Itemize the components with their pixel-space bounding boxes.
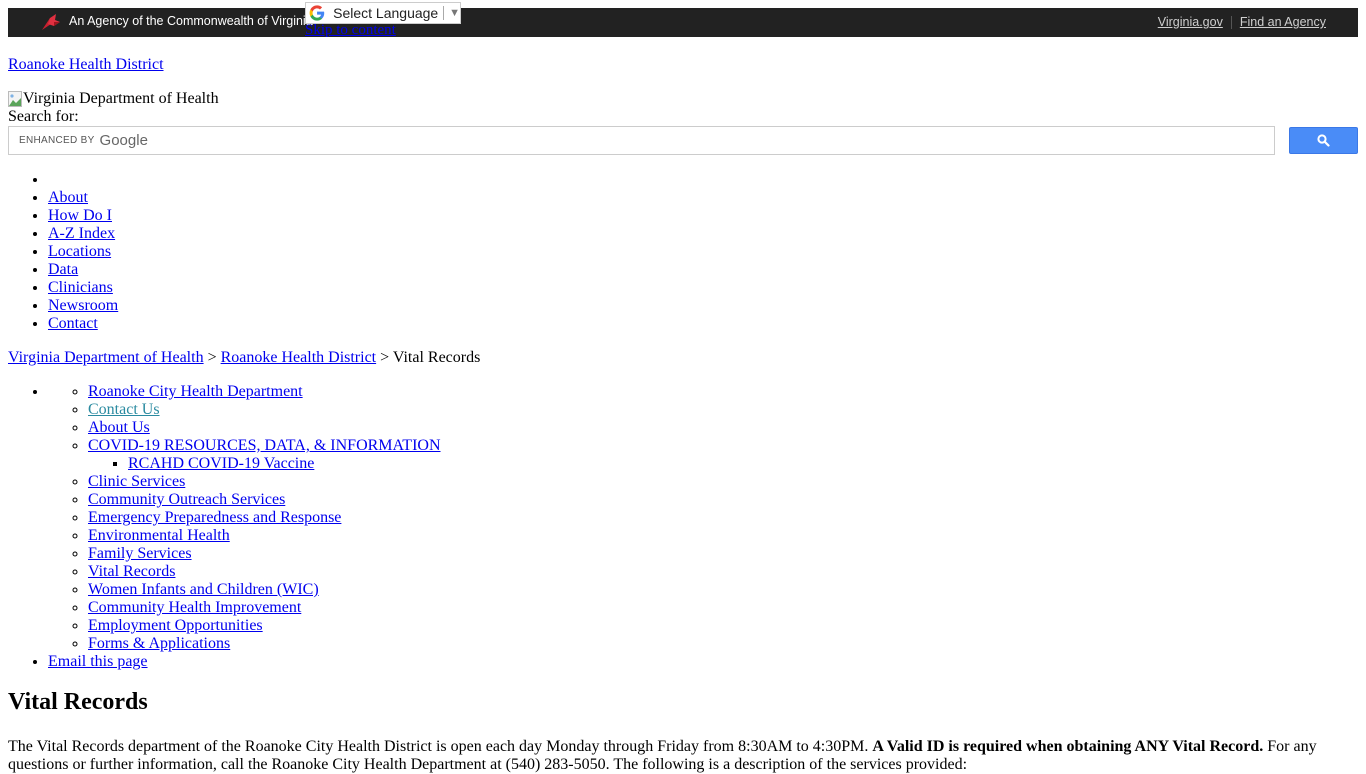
main-nav-item: Newsroom bbox=[48, 297, 118, 315]
page-title: Vital Records bbox=[8, 689, 148, 715]
breadcrumb-separator: > bbox=[207, 349, 217, 366]
search-button[interactable] bbox=[1289, 127, 1358, 154]
logo-alt-text: Virginia Department of Health bbox=[23, 90, 219, 107]
language-selector[interactable]: Select Language ▼ bbox=[305, 2, 461, 24]
side-nav-item: Contact Us bbox=[88, 401, 441, 419]
breadcrumb: Virginia Department of Health > Roanoke … bbox=[8, 349, 480, 367]
breadcrumb-vdh-link[interactable]: Virginia Department of Health bbox=[8, 349, 204, 366]
banner-divider bbox=[1230, 15, 1232, 29]
side-nav-item: Employment Opportunities bbox=[88, 617, 441, 635]
side-nav-roanoke-city-link[interactable]: Roanoke City Health Department bbox=[88, 383, 303, 400]
side-nav-item: Women Infants and Children (WIC) bbox=[88, 581, 441, 599]
side-nav-subitem: RCAHD COVID-19 Vaccine bbox=[128, 455, 441, 473]
search-input[interactable] bbox=[9, 127, 1274, 154]
side-nav-wic-link[interactable]: Women Infants and Children (WIC) bbox=[88, 581, 319, 598]
intro-paragraph: The Vital Records department of the Roan… bbox=[8, 738, 1358, 774]
side-nav-item: Clinic Services bbox=[88, 473, 441, 491]
side-nav-item: Vital Records bbox=[88, 563, 441, 581]
side-nav-item: Forms & Applications bbox=[88, 635, 441, 653]
banner-links: Virginia.gov Find an Agency bbox=[1158, 15, 1326, 29]
side-nav-item: Roanoke City Health Department bbox=[88, 383, 441, 401]
main-nav-item: Data bbox=[48, 261, 118, 279]
main-nav-item: How Do I bbox=[48, 207, 118, 225]
breadcrumb-separator: > bbox=[380, 349, 390, 366]
side-nav-forms-link[interactable]: Forms & Applications bbox=[88, 635, 230, 652]
agency-text: An Agency of the Commonwealth of Virgini… bbox=[69, 14, 313, 28]
side-nav-about-us-link[interactable]: About Us bbox=[88, 419, 150, 436]
side-nav-item: Community Outreach Services bbox=[88, 491, 441, 509]
email-page-item: Email this page bbox=[48, 653, 441, 671]
breadcrumb-current: Vital Records bbox=[392, 349, 481, 366]
nav-locations-link[interactable]: Locations bbox=[48, 243, 111, 260]
select-language-label: Select Language bbox=[333, 5, 439, 21]
main-nav: About How Do I A-Z Index Locations Data … bbox=[8, 171, 118, 333]
side-nav-item: COVID-19 RESOURCES, DATA, & INFORMATION … bbox=[88, 437, 441, 473]
google-g-icon bbox=[309, 5, 325, 21]
search-label: Search for: bbox=[8, 108, 79, 125]
nav-clinicians-link[interactable]: Clinicians bbox=[48, 279, 113, 296]
valid-id-notice: A Valid ID is required when obtaining AN… bbox=[872, 738, 1264, 755]
vdh-logo[interactable]: Virginia Department of Health bbox=[8, 90, 219, 108]
side-nav-item: Environmental Health bbox=[88, 527, 441, 545]
email-this-page-link[interactable]: Email this page bbox=[48, 653, 148, 670]
nav-az-index-link[interactable]: A-Z Index bbox=[48, 225, 115, 242]
side-nav-item: Family Services bbox=[88, 545, 441, 563]
nav-about-link[interactable]: About bbox=[48, 189, 88, 206]
site-name-link[interactable]: Roanoke Health District bbox=[8, 56, 164, 74]
broken-image-icon bbox=[8, 91, 22, 107]
main-nav-item: A-Z Index bbox=[48, 225, 118, 243]
side-nav-outreach-link[interactable]: Community Outreach Services bbox=[88, 491, 285, 508]
main-nav-item-empty bbox=[48, 171, 118, 189]
main-nav-item: About bbox=[48, 189, 118, 207]
side-nav-covid-link[interactable]: COVID-19 RESOURCES, DATA, & INFORMATION bbox=[88, 437, 441, 454]
breadcrumb-district-link[interactable]: Roanoke Health District bbox=[221, 349, 377, 366]
side-nav: Roanoke City Health Department Contact U… bbox=[8, 383, 441, 671]
side-nav-item: About Us bbox=[88, 419, 441, 437]
side-nav-emergency-link[interactable]: Emergency Preparedness and Response bbox=[88, 509, 341, 526]
side-nav-vital-records-link[interactable]: Vital Records bbox=[88, 563, 175, 580]
main-nav-item: Contact bbox=[48, 315, 118, 333]
side-nav-contact-us-link[interactable]: Contact Us bbox=[88, 401, 160, 418]
main-nav-item: Locations bbox=[48, 243, 118, 261]
side-nav-health-improvement-link[interactable]: Community Health Improvement bbox=[88, 599, 301, 616]
nav-how-do-i-link[interactable]: How Do I bbox=[48, 207, 112, 224]
side-nav-clinic-services-link[interactable]: Clinic Services bbox=[88, 473, 185, 490]
cardinal-logo-icon bbox=[42, 14, 60, 30]
side-nav-environmental-link[interactable]: Environmental Health bbox=[88, 527, 230, 544]
commonwealth-banner: An Agency of the Commonwealth of Virgini… bbox=[8, 8, 1358, 37]
skip-to-content-link[interactable]: Skip to content bbox=[305, 22, 396, 39]
search-icon bbox=[1317, 134, 1330, 147]
side-nav-employment-link[interactable]: Employment Opportunities bbox=[88, 617, 263, 634]
intro-text-part1: The Vital Records department of the Roan… bbox=[8, 738, 873, 755]
side-nav-item: Community Health Improvement bbox=[88, 599, 441, 617]
nav-contact-link[interactable]: Contact bbox=[48, 315, 98, 332]
find-agency-link[interactable]: Find an Agency bbox=[1240, 15, 1326, 29]
side-nav-covid-vaccine-link[interactable]: RCAHD COVID-19 Vaccine bbox=[128, 455, 314, 472]
side-nav-group: Roanoke City Health Department Contact U… bbox=[48, 383, 441, 653]
side-nav-list: Roanoke City Health Department Contact U… bbox=[48, 383, 441, 653]
side-nav-item: Emergency Preparedness and Response bbox=[88, 509, 441, 527]
search-field[interactable]: ENHANCED BY Google bbox=[8, 126, 1275, 155]
main-nav-item: Clinicians bbox=[48, 279, 118, 297]
nav-newsroom-link[interactable]: Newsroom bbox=[48, 297, 118, 314]
side-nav-family-link[interactable]: Family Services bbox=[88, 545, 192, 562]
side-nav-sublist: RCAHD COVID-19 Vaccine bbox=[88, 455, 441, 473]
nav-data-link[interactable]: Data bbox=[48, 261, 78, 278]
dropdown-arrow-icon: ▼ bbox=[449, 7, 460, 19]
translate-divider bbox=[443, 6, 445, 20]
virginia-gov-link[interactable]: Virginia.gov bbox=[1158, 15, 1223, 29]
